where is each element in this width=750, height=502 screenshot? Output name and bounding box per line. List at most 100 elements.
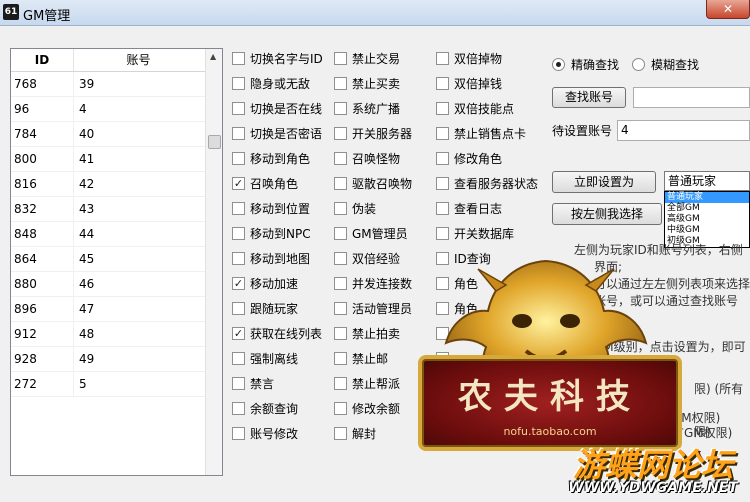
checkbox-indicator[interactable] <box>334 326 347 340</box>
checkbox-indicator[interactable] <box>334 126 347 140</box>
permission-checkbox[interactable]: 移动加速 <box>232 274 298 292</box>
level-select[interactable]: 普通玩家 <box>664 171 750 191</box>
column-header-id[interactable]: ID <box>11 49 74 71</box>
table-scrollbar[interactable]: ▲ <box>205 49 222 475</box>
checkbox-indicator[interactable] <box>232 226 245 240</box>
level-option[interactable]: 普通玩家 <box>665 192 749 203</box>
checkbox-indicator[interactable] <box>334 251 347 265</box>
permission-checkbox[interactable]: 禁止邮 <box>334 349 388 367</box>
table-row[interactable]: 96 4 <box>11 97 222 122</box>
cell-account[interactable]: 49 <box>74 347 203 371</box>
close-button[interactable]: ✕ <box>706 0 750 19</box>
checkbox-indicator[interactable] <box>232 401 245 415</box>
checkbox-indicator[interactable] <box>334 426 347 440</box>
checkbox-indicator[interactable] <box>232 201 245 215</box>
radio-fuzzy-search[interactable]: 模糊查找 <box>632 56 699 73</box>
radio-fuzzy-indicator[interactable] <box>632 58 645 71</box>
checkbox-indicator[interactable] <box>232 376 245 390</box>
table-row[interactable]: 832 43 <box>11 197 222 222</box>
permission-checkbox[interactable]: 跟随玩家 <box>232 299 298 317</box>
permission-checkbox[interactable]: 伪装 <box>334 199 376 217</box>
permission-checkbox[interactable]: 账号修改 <box>232 424 298 442</box>
cell-id[interactable]: 784 <box>11 122 74 146</box>
permission-checkbox[interactable]: 系统广播 <box>334 99 400 117</box>
table-row[interactable]: 928 49 <box>11 347 222 372</box>
table-row[interactable]: 880 46 <box>11 272 222 297</box>
permission-checkbox[interactable]: 查看日志 <box>436 199 502 217</box>
cell-account[interactable]: 46 <box>74 272 203 296</box>
permission-checkbox[interactable]: 驱散召唤物 <box>334 174 412 192</box>
checkbox-indicator[interactable] <box>232 51 245 65</box>
level-dropdown-list[interactable]: 普通玩家 全部GM 高级GM 中级GM 初级GM <box>664 191 750 248</box>
cell-id[interactable]: 832 <box>11 197 74 221</box>
checkbox-indicator[interactable] <box>334 176 347 190</box>
scroll-up-arrow-icon[interactable]: ▲ <box>210 52 216 61</box>
permission-checkbox[interactable]: 开关数据库 <box>436 224 514 242</box>
permission-checkbox[interactable]: 禁止拍卖 <box>334 324 400 342</box>
permission-checkbox[interactable]: 隐身或无敌 <box>232 74 310 92</box>
account-table[interactable]: ID 账号 768 39 96 4 784 40 800 41 816 42 832 43 848 44 8… <box>10 48 223 476</box>
permission-checkbox[interactable]: 移动到角色 <box>232 149 310 167</box>
cell-id[interactable]: 864 <box>11 247 74 271</box>
cell-id[interactable]: 912 <box>11 322 74 346</box>
radio-exact-search[interactable]: 精确查找 <box>552 56 619 73</box>
checkbox-indicator[interactable] <box>334 76 347 90</box>
checkbox-indicator[interactable] <box>436 151 449 165</box>
checkbox-indicator[interactable] <box>334 201 347 215</box>
checkbox-indicator[interactable] <box>436 126 449 140</box>
table-row[interactable]: 848 44 <box>11 222 222 247</box>
cell-id[interactable]: 800 <box>11 147 74 171</box>
checkbox-indicator[interactable] <box>232 301 245 315</box>
checkbox-indicator[interactable] <box>436 76 449 90</box>
cell-id[interactable]: 768 <box>11 72 74 96</box>
cell-account[interactable]: 43 <box>74 197 203 221</box>
cell-account[interactable]: 47 <box>74 297 203 321</box>
permission-checkbox[interactable]: 余额查询 <box>232 399 298 417</box>
checkbox-indicator[interactable] <box>334 51 347 65</box>
permission-checkbox[interactable]: 解封 <box>334 424 376 442</box>
permission-checkbox[interactable]: 禁止销售点卡 <box>436 124 526 142</box>
search-input[interactable] <box>633 87 750 108</box>
permission-checkbox[interactable]: 双倍掉钱 <box>436 74 502 92</box>
cell-id[interactable]: 848 <box>11 222 74 246</box>
checkbox-indicator[interactable] <box>334 351 347 365</box>
cell-account[interactable]: 48 <box>74 322 203 346</box>
permission-checkbox[interactable]: 并发连接数 <box>334 274 412 292</box>
permission-checkbox[interactable]: 修改余额 <box>334 399 400 417</box>
column-header-account[interactable]: 账号 <box>74 49 203 71</box>
select-left-button[interactable]: 按左侧我选择 <box>552 203 662 225</box>
permission-checkbox[interactable]: 移动到位置 <box>232 199 310 217</box>
table-row[interactable]: 896 47 <box>11 297 222 322</box>
checkbox-indicator[interactable] <box>334 376 347 390</box>
permission-checkbox[interactable]: 查看服务器状态 <box>436 174 538 192</box>
permission-checkbox[interactable]: 活动管理员 <box>334 299 412 317</box>
permission-checkbox[interactable]: 禁止买卖 <box>334 74 400 92</box>
checkbox-indicator[interactable] <box>232 326 245 340</box>
checkbox-indicator[interactable] <box>334 401 347 415</box>
table-row[interactable]: 800 41 <box>11 147 222 172</box>
table-row[interactable]: 816 42 <box>11 172 222 197</box>
find-account-button[interactable]: 查找账号 <box>552 87 626 108</box>
table-row[interactable]: 768 39 <box>11 72 222 97</box>
scrollbar-thumb[interactable] <box>208 135 221 149</box>
permission-checkbox[interactable]: 禁止交易 <box>334 49 400 67</box>
target-account-field[interactable]: 4 <box>617 120 750 141</box>
permission-checkbox[interactable]: 强制离线 <box>232 349 298 367</box>
permission-checkbox[interactable]: 双倍经验 <box>334 249 400 267</box>
cell-id[interactable]: 272 <box>11 372 74 396</box>
table-row[interactable]: 784 40 <box>11 122 222 147</box>
level-option[interactable]: 全部GM <box>665 203 749 214</box>
checkbox-indicator[interactable] <box>232 251 245 265</box>
permission-checkbox[interactable]: 双倍掉物 <box>436 49 502 67</box>
checkbox-indicator[interactable] <box>334 276 347 290</box>
checkbox-indicator[interactable] <box>334 101 347 115</box>
cell-id[interactable]: 96 <box>11 97 74 121</box>
permission-checkbox[interactable]: 获取在线列表 <box>232 324 322 342</box>
permission-checkbox[interactable]: 开关服务器 <box>334 124 412 142</box>
checkbox-indicator[interactable] <box>334 151 347 165</box>
cell-account[interactable]: 42 <box>74 172 203 196</box>
cell-account[interactable]: 39 <box>74 72 203 96</box>
checkbox-indicator[interactable] <box>436 226 449 240</box>
cell-account[interactable]: 44 <box>74 222 203 246</box>
permission-checkbox[interactable]: 禁止帮派 <box>334 374 400 392</box>
